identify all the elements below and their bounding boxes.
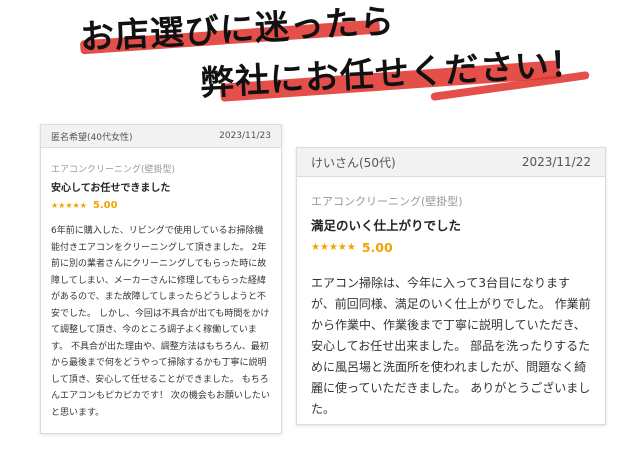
- review-author: けいさん(50代): [311, 155, 396, 170]
- review-title: 満足のいく仕上がりでした: [311, 218, 462, 233]
- review-title: 安心してお任せできました: [51, 183, 171, 194]
- review-text: エアコン掃除は、今年に入って3台目になりますが、前回同様、満足のいく仕上がりでし…: [311, 276, 591, 416]
- review-card: 匿名希望(40代女性) 2023/11/23 エアコンクリーニング(壁掛型) 安…: [40, 124, 282, 434]
- review-category: エアコンクリーニング(壁掛型): [51, 165, 176, 175]
- review-card: けいさん(50代) 2023/11/22 エアコンクリーニング(壁掛型) 満足の…: [296, 147, 606, 425]
- review-body: エアコンクリーニング(壁掛型) 満足のいく仕上がりでした ★★★★★ 5.00 …: [297, 177, 605, 420]
- review-rating: ★★★★★ 5.00: [311, 240, 591, 255]
- review-header: けいさん(50代) 2023/11/22: [297, 148, 605, 177]
- review-author: 匿名希望(40代女性): [51, 132, 133, 143]
- star-rating-icon: ★★★★★: [311, 242, 356, 253]
- review-date: 2023/11/23: [219, 131, 271, 141]
- review-category: エアコンクリーニング(壁掛型): [311, 195, 463, 208]
- review-header: 匿名希望(40代女性) 2023/11/23: [41, 125, 281, 148]
- review-body: エアコンクリーニング(壁掛型) 安心してお任せできました ★★★★★ 5.00 …: [41, 148, 281, 421]
- review-date: 2023/11/22: [521, 155, 591, 169]
- review-rating: ★★★★★ 5.00: [51, 200, 271, 211]
- review-text: 6年前に購入した、リビングで使用しているお掃除機能付きエアコンをクリーニングして…: [51, 226, 270, 418]
- star-rating-icon: ★★★★★: [51, 201, 87, 210]
- review-score: 5.00: [361, 240, 393, 255]
- review-score: 5.00: [92, 200, 118, 211]
